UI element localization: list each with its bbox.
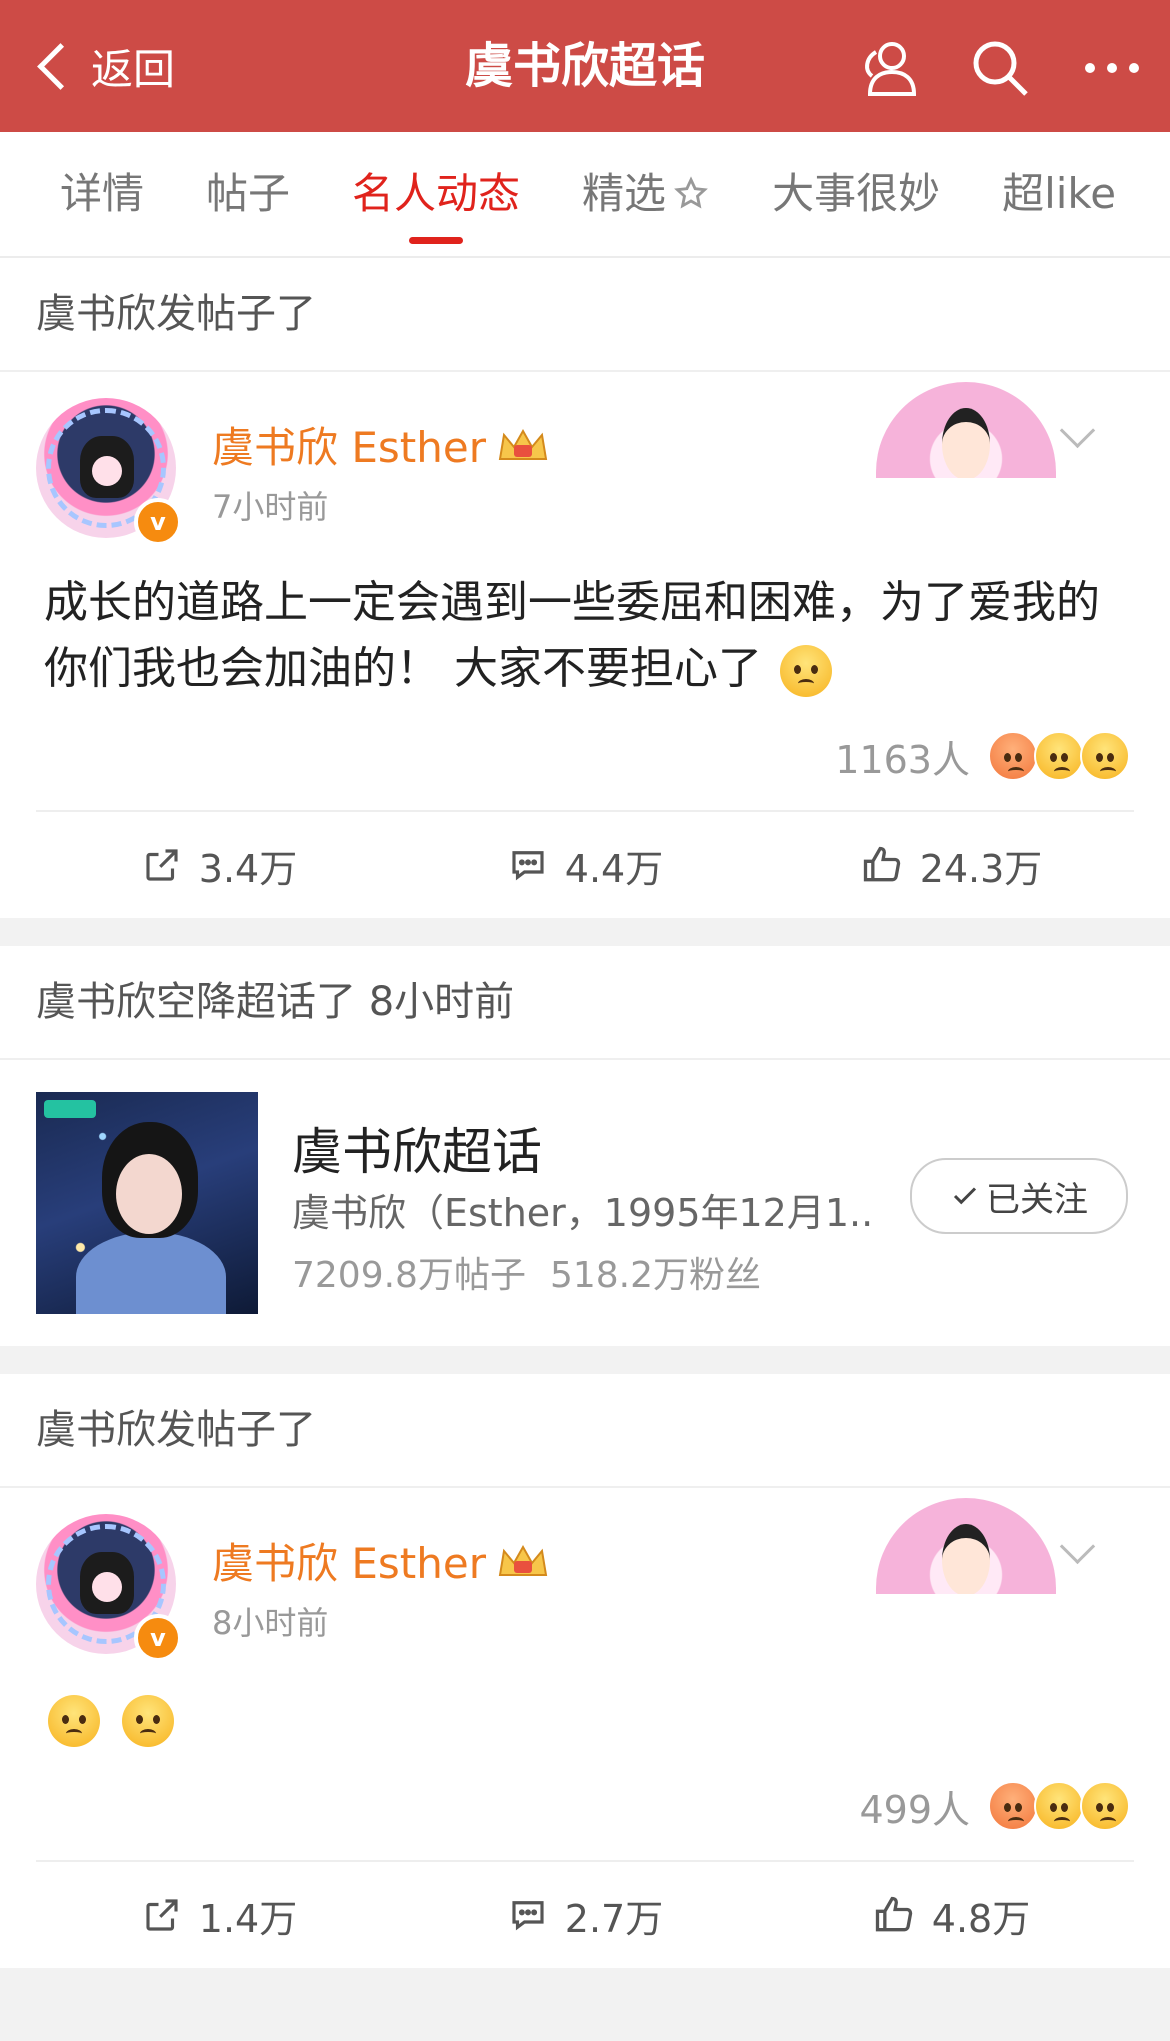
topic-post-count: 7209.8万帖子 xyxy=(292,1255,526,1296)
followed-button[interactable]: 已关注 xyxy=(910,1158,1128,1234)
comment-count: 4.4万 xyxy=(564,846,664,891)
back-label: 返回 xyxy=(91,44,176,94)
reaction-count: 1163人 xyxy=(835,737,970,782)
tab-featured-label: 精选 xyxy=(582,169,667,218)
cry-emoji-icon xyxy=(1034,731,1084,781)
like-button[interactable]: 4.8万 xyxy=(768,1888,1134,1943)
back-button[interactable]: 返回 xyxy=(34,30,175,102)
crown-icon xyxy=(498,1544,548,1576)
comment-icon xyxy=(512,1901,544,1931)
people-icon[interactable] xyxy=(856,36,920,100)
repost-count: 1.4万 xyxy=(198,1896,298,1941)
thumbs-up-icon xyxy=(875,1896,912,1932)
followed-label: 已关注 xyxy=(986,1179,1088,1220)
verified-badge-icon: v xyxy=(134,498,182,546)
tab-details[interactable]: 详情 xyxy=(60,132,144,256)
search-icon[interactable] xyxy=(968,36,1032,100)
chevron-down-icon[interactable] xyxy=(1059,412,1096,449)
comment-button[interactable]: 2.7万 xyxy=(402,1888,768,1943)
feed-card-post: 虞书欣发帖子了 v 虞书欣 Esther 8小时前 499人 1.4万 2.7万… xyxy=(0,1374,1170,1968)
more-icon[interactable] xyxy=(1080,36,1144,100)
comment-icon xyxy=(512,851,544,881)
comment-button[interactable]: 4.4万 xyxy=(402,838,768,893)
reaction-count: 499人 xyxy=(859,1787,970,1832)
post-text xyxy=(36,1686,1134,1752)
grin-emoji-icon xyxy=(1080,1781,1130,1831)
star-outline-icon xyxy=(674,176,708,209)
sad-emoji-icon xyxy=(48,1695,100,1747)
topic-fan-count: 518.2万粉丝 xyxy=(549,1255,762,1296)
feed-section-header: 虞书欣空降超话了 8小时前 xyxy=(0,946,1170,1060)
repost-button[interactable]: 3.4万 xyxy=(36,838,402,893)
checkmark-icon xyxy=(953,1187,977,1205)
comment-count: 2.7万 xyxy=(564,1896,664,1941)
topic-poster-image xyxy=(36,1092,258,1314)
top-bar: 返回 虞书欣超话 xyxy=(0,0,1170,132)
feed-section-header: 虞书欣发帖子了 xyxy=(0,258,1170,372)
cry-emoji-icon xyxy=(1034,1781,1084,1831)
repost-icon xyxy=(146,849,178,881)
tab-featured[interactable]: 精选 xyxy=(582,132,710,256)
post-text: 成长的道路上一定会遇到一些委屈和困难，为了爱我的你们我也会加油的！ 大家不要担心… xyxy=(36,570,1134,702)
verified-badge-icon: v xyxy=(134,1614,182,1662)
like-count: 4.8万 xyxy=(931,1896,1031,1941)
username-text: 虞书欣 Esther xyxy=(212,423,486,472)
username[interactable]: 虞书欣 Esther xyxy=(212,414,550,475)
reaction-summary[interactable]: 499人 xyxy=(36,1752,1134,1860)
like-button[interactable]: 24.3万 xyxy=(768,838,1134,893)
action-bar: 3.4万 4.4万 24.3万 xyxy=(36,810,1134,918)
like-count: 24.3万 xyxy=(919,846,1043,891)
feed-section-header: 虞书欣发帖子了 xyxy=(0,1374,1170,1488)
thumbs-up-icon xyxy=(863,846,900,882)
topic-stats: 7209.8万帖子 518.2万粉丝 xyxy=(292,1246,761,1298)
tab-big-events[interactable]: 大事很妙 xyxy=(772,132,940,256)
tab-celebrity-updates[interactable]: 名人动态 xyxy=(352,132,520,256)
username[interactable]: 虞书欣 Esther xyxy=(212,1530,550,1591)
grin-emoji-icon xyxy=(1080,731,1130,781)
love-emoji-icon xyxy=(988,1781,1038,1831)
tab-bar: 详情 帖子 名人动态 精选 大事很妙 超like xyxy=(0,132,1170,258)
post-text-content: 成长的道路上一定会遇到一些委屈和困难，为了爱我的你们我也会加油的！ 大家不要担心… xyxy=(44,577,1100,694)
feed-card-topic: 虞书欣空降超话了 8小时前 虞书欣超话 虞书欣（Esther，1995年12月1… xyxy=(0,946,1170,1346)
sad-emoji-icon xyxy=(780,645,832,697)
topic-description: 虞书欣（Esther，1995年12月1... xyxy=(292,1191,872,1235)
action-bar: 1.4万 2.7万 4.8万 xyxy=(36,1860,1134,1968)
post-time: 8小时前 xyxy=(212,1604,329,1642)
chevron-left-icon xyxy=(37,42,84,90)
repost-icon xyxy=(146,1899,178,1931)
topic-name: 虞书欣超话 xyxy=(292,1123,542,1181)
repost-count: 3.4万 xyxy=(198,846,298,891)
reaction-summary[interactable]: 1163人 xyxy=(36,702,1134,810)
tab-posts[interactable]: 帖子 xyxy=(206,132,290,256)
username-text: 虞书欣 Esther xyxy=(212,1539,486,1588)
reaction-emoji-stack xyxy=(988,731,1134,781)
reaction-emoji-stack xyxy=(988,1781,1134,1831)
chevron-down-icon[interactable] xyxy=(1059,1528,1096,1565)
topic-item[interactable]: 虞书欣超话 虞书欣（Esther，1995年12月1... 7209.8万帖子 … xyxy=(0,1060,1170,1346)
sad-emoji-icon xyxy=(122,1695,174,1747)
feed-card-post: 虞书欣发帖子了 v 虞书欣 Esther 7小时前 成长的道路上一定会遇到一些委… xyxy=(0,258,1170,918)
tab-super-like[interactable]: 超like xyxy=(1002,132,1116,256)
card-cover-image xyxy=(876,382,1056,478)
post-time: 7小时前 xyxy=(212,488,329,526)
love-emoji-icon xyxy=(988,731,1038,781)
card-cover-image xyxy=(876,1498,1056,1594)
repost-button[interactable]: 1.4万 xyxy=(36,1888,402,1943)
crown-icon xyxy=(498,428,548,460)
